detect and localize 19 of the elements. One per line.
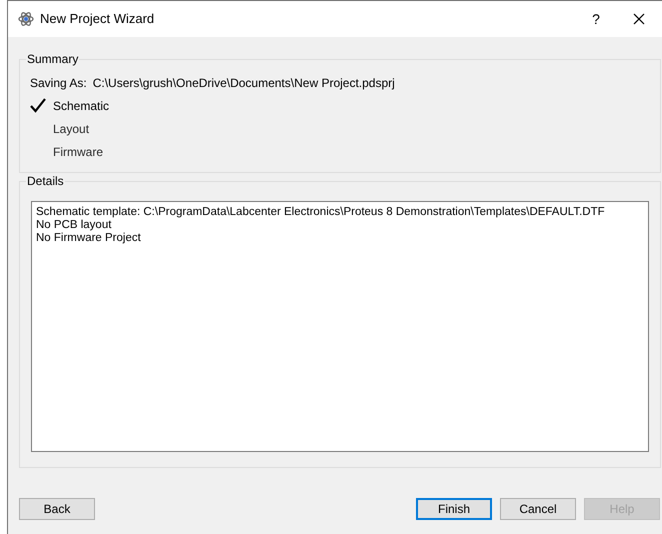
summary-item: Layout bbox=[53, 120, 90, 138]
check-icon bbox=[30, 98, 46, 113]
dialog-button[interactable]: Cancel bbox=[500, 498, 576, 520]
saving-as-path: C:\Users\grush\OneDrive\Documents\New Project.pdsprj bbox=[92, 75, 395, 92]
details-text-area[interactable]: Schematic template: C:\ProgramData\Labcenter Electronics\Proteus 8 Demonstration\Templates\DEFAULT.DTF No PCB layout No Firmware Project bbox=[31, 201, 649, 452]
summary-item: Schematic bbox=[53, 98, 110, 114]
saving-as-label: Saving As: bbox=[30, 75, 87, 92]
group-title: Summary bbox=[26, 52, 80, 66]
atom-icon bbox=[18, 12, 34, 26]
summary-item: Firmware bbox=[53, 144, 103, 160]
close-icon bbox=[633, 13, 645, 25]
dialog-button[interactable]: Back bbox=[19, 498, 95, 520]
dialog-button[interactable]: Finish bbox=[416, 498, 492, 520]
details-line: No PCB layout bbox=[36, 219, 112, 232]
group-title: Details bbox=[26, 174, 65, 188]
window-title: New Project Wizard bbox=[40, 10, 154, 28]
details-line: No Firmware Project bbox=[36, 232, 142, 245]
details-line: Schematic template: C:\ProgramData\Labcenter Electronics\Proteus 8 Demonstration\Templates\DEFAULT.DTF bbox=[36, 206, 606, 219]
help-button[interactable]: ? bbox=[576, 4, 616, 34]
